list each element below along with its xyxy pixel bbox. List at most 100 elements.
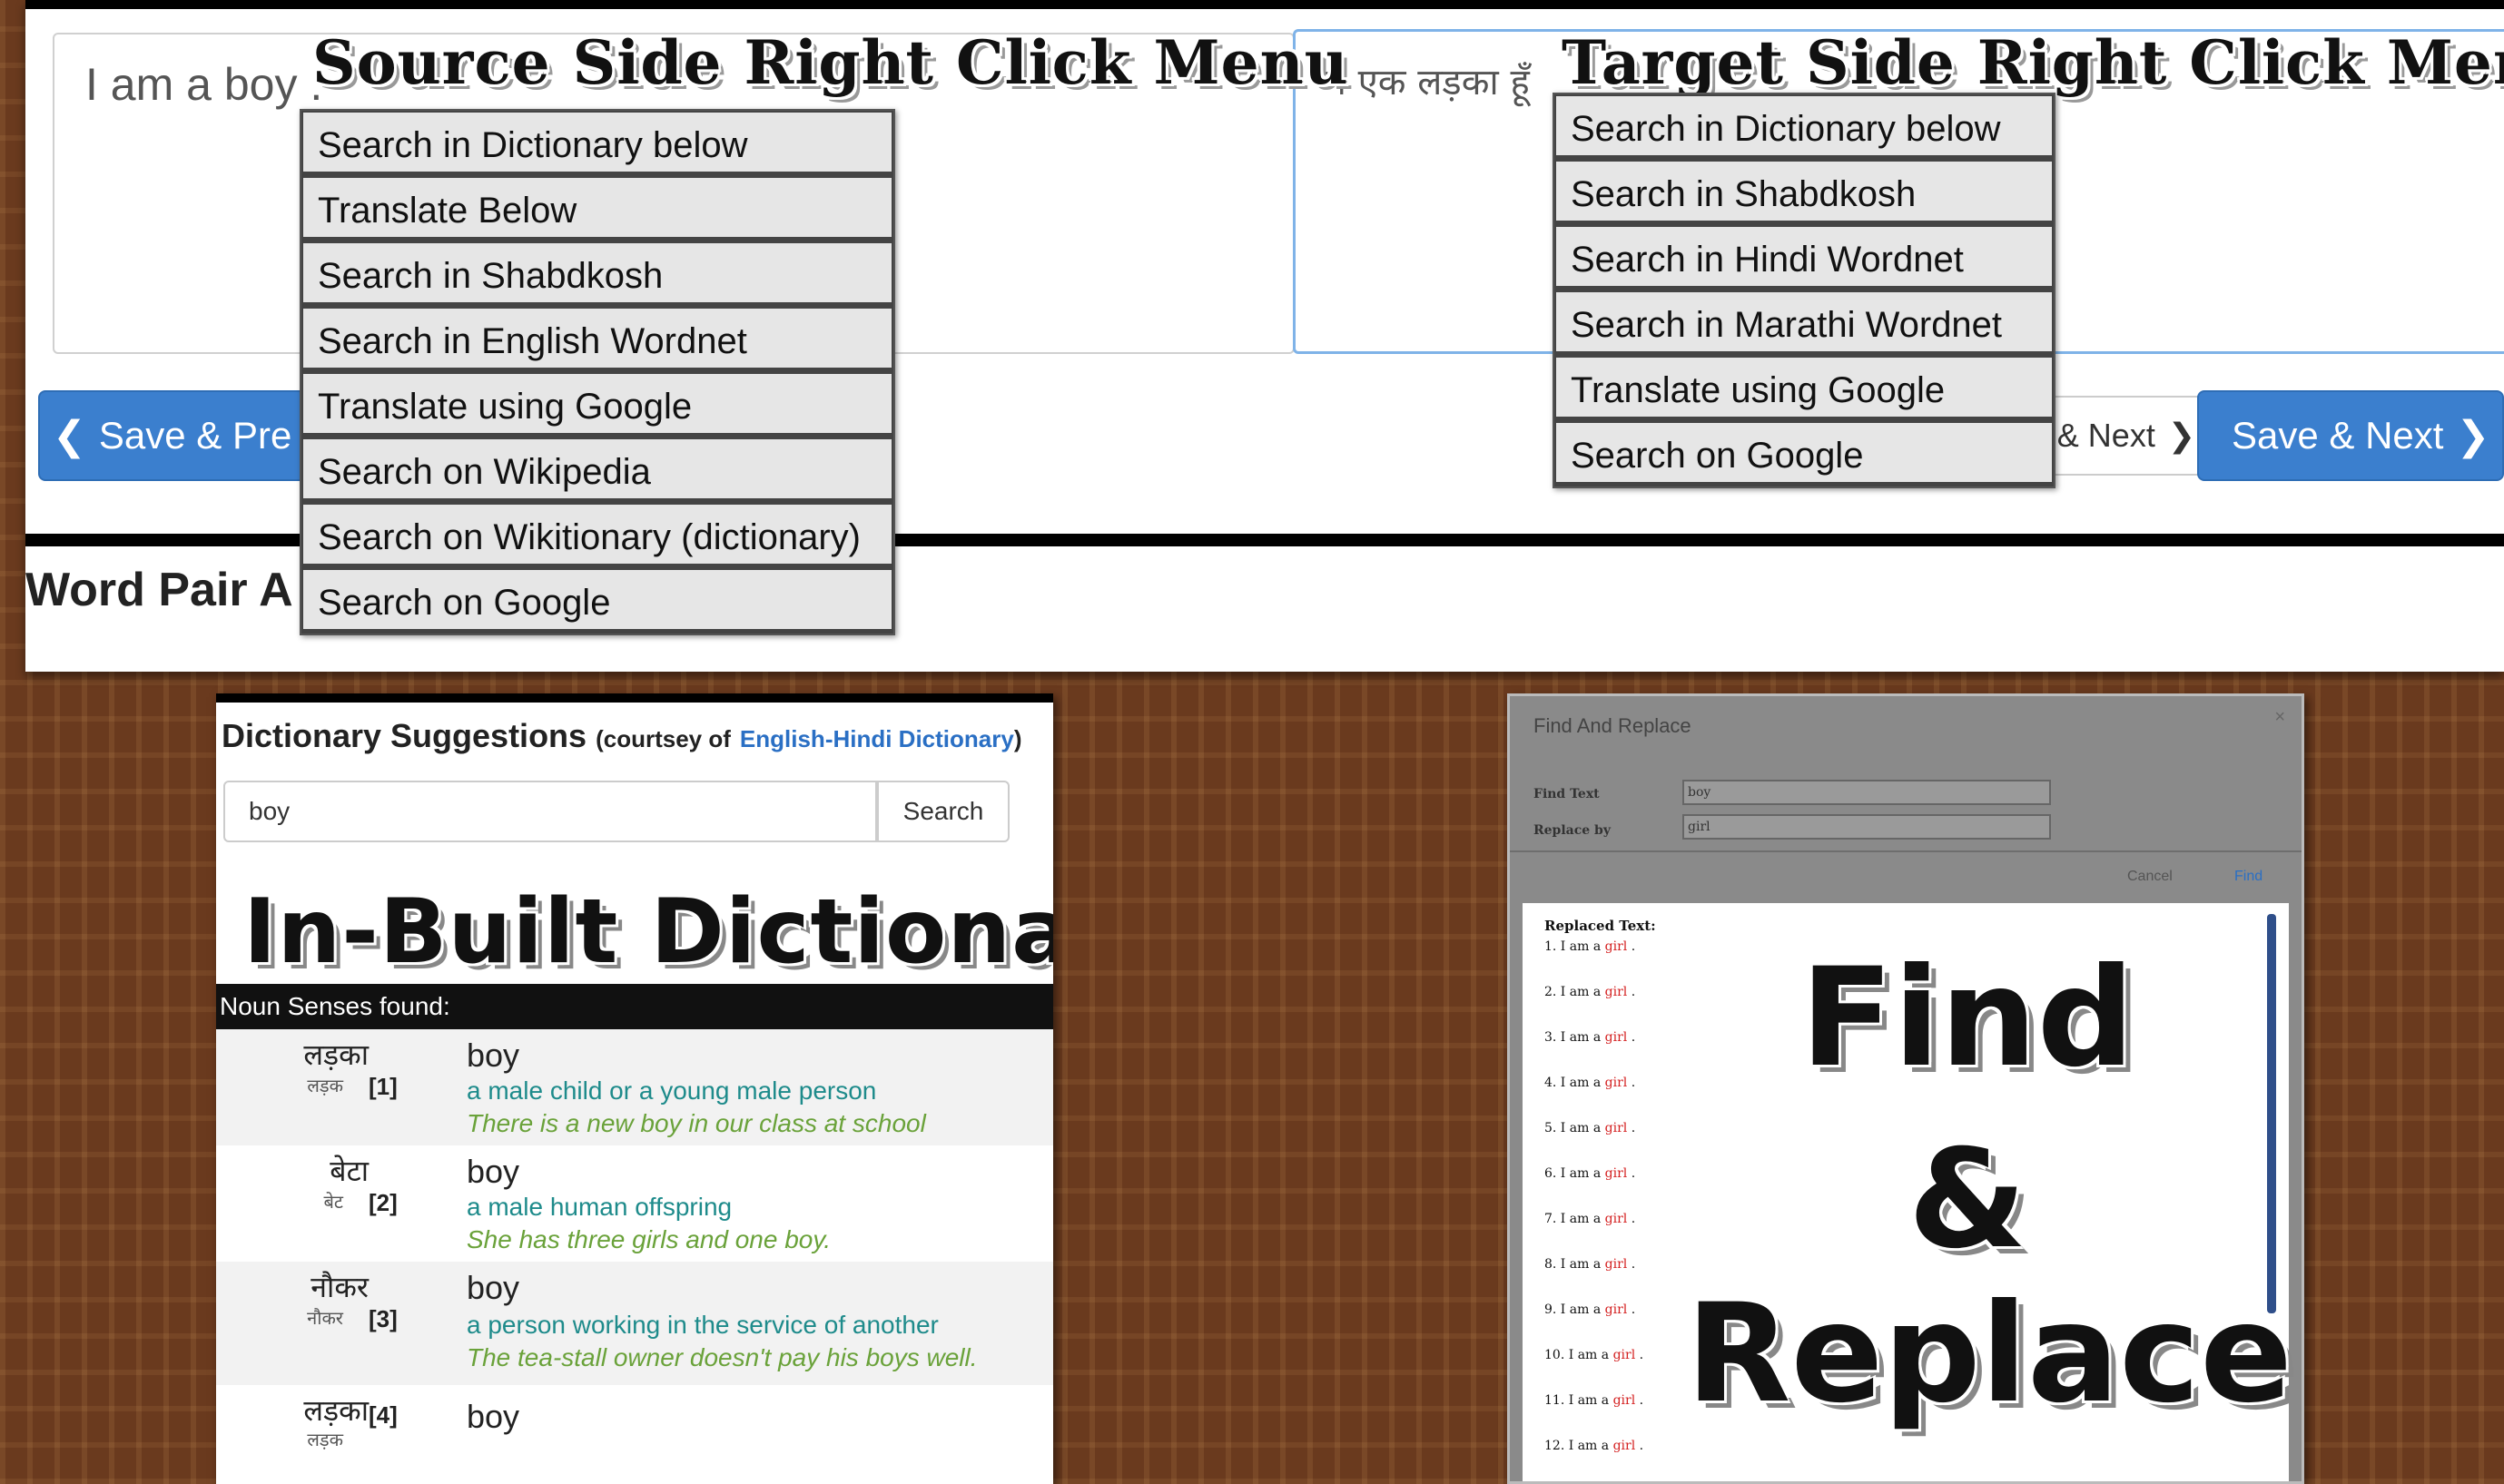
replaced-word: girl: [1604, 1302, 1628, 1317]
word-pair-heading: Word Pair A: [25, 564, 293, 616]
replaced-word: girl: [1604, 1166, 1628, 1181]
sense-hindi: बेटा: [330, 1154, 369, 1188]
line-number: 11. I am a: [1544, 1393, 1613, 1408]
replaced-word: girl: [1604, 1257, 1628, 1272]
courtesy-link[interactable]: English-Hindi Dictionary: [740, 725, 1014, 752]
replaced-line: 2. I am a girl .: [1544, 985, 1635, 999]
sense-hindi: लड़का: [303, 1037, 369, 1072]
replaced-line: 10. I am a girl .: [1544, 1348, 1643, 1362]
replaced-line: 6. I am a girl .: [1544, 1166, 1635, 1181]
replaced-word: girl: [1604, 1030, 1628, 1045]
close-icon[interactable]: ×: [2274, 707, 2285, 728]
dictionary-heading: Dictionary Suggestions (courtsey of Engl…: [222, 717, 1022, 755]
dictionary-panel: Dictionary Suggestions (courtsey of Engl…: [216, 693, 1053, 1484]
courtesy-prefix: (courtsey of: [596, 725, 731, 752]
dictionary-title: Dictionary Suggestions: [222, 717, 587, 754]
line-number: 2. I am a: [1544, 985, 1605, 999]
sense-example: The tea-stall owner doesn't pay his boys…: [467, 1343, 978, 1371]
menu-item-search-shabdkosh[interactable]: Search in Shabdkosh: [301, 241, 893, 307]
menu-item-marathi-wordnet[interactable]: Search in Marathi Wordnet: [1554, 290, 2054, 356]
menu-item-translate-google[interactable]: Translate using Google: [301, 372, 893, 437]
sense-definition: a person working in the service of anoth…: [467, 1311, 939, 1339]
menu-item-search-wikipedia[interactable]: Search on Wikipedia: [301, 437, 893, 503]
sense-hindi: लड़का: [303, 1393, 369, 1428]
replaced-line: 5. I am a girl .: [1544, 1121, 1635, 1135]
line-number: 9. I am a: [1544, 1302, 1605, 1317]
line-suffix: .: [1627, 1076, 1636, 1090]
replaced-word: girl: [1612, 1439, 1636, 1453]
sense-word: boy: [467, 1153, 520, 1190]
line-suffix: .: [1635, 1393, 1644, 1408]
line-suffix: .: [1627, 1030, 1636, 1045]
find-replace-dialog: Find And Replace × Find Text boy Replace…: [1507, 693, 2304, 1484]
save-previous-label: Save & Pre: [98, 414, 292, 457]
sense-root: बेट: [323, 1191, 344, 1213]
menu-item-search-dictionary[interactable]: Search in Dictionary below: [1554, 94, 2054, 160]
line-number: 5. I am a: [1544, 1121, 1605, 1135]
sense-number: [1]: [369, 1073, 398, 1100]
replaced-line: 9. I am a girl .: [1544, 1302, 1635, 1317]
find-overlay-title: Find: [1799, 939, 2135, 1097]
replaced-word: girl: [1604, 1076, 1628, 1090]
dictionary-search-button[interactable]: Search: [877, 781, 1010, 842]
sense-number: [2]: [369, 1189, 398, 1216]
line-suffix: .: [1635, 1348, 1644, 1362]
save-previous-button[interactable]: ❮ Save & Pre: [38, 390, 338, 481]
source-menu-title: Source Side Right Click Menu: [312, 27, 1349, 98]
sense-row: बेटा बेट [2] boy a male human offspring …: [216, 1145, 1053, 1262]
sense-example: There is a new boy in our class at schoo…: [467, 1109, 926, 1137]
dictionary-search-input[interactable]: [223, 781, 877, 842]
sense-definition: a male child or a young male person: [467, 1076, 877, 1105]
ampersand-overlay: &: [1908, 1121, 2027, 1279]
line-suffix: .: [1627, 985, 1636, 999]
replaced-line: 7. I am a girl .: [1544, 1212, 1635, 1226]
sense-root: लड़क: [307, 1075, 343, 1096]
noun-senses-bar: Noun Senses found:: [216, 984, 1053, 1029]
menu-item-translate-google[interactable]: Translate using Google: [1554, 356, 2054, 421]
menu-item-search-shabdkosh[interactable]: Search in Shabdkosh: [1554, 160, 2054, 225]
cancel-button[interactable]: Cancel: [2127, 869, 2173, 885]
find-replace-title: Find And Replace: [1533, 714, 1691, 737]
replaced-text-area: Replaced Text: 1. I am a girl . 2. I am a…: [1523, 903, 2292, 1481]
replaced-line: 1. I am a girl .: [1544, 939, 1635, 954]
sense-word: boy: [467, 1398, 520, 1435]
sense-root: लड़क: [307, 1429, 343, 1450]
chevron-left-icon: ❮: [53, 413, 86, 458]
replaced-word: girl: [1604, 985, 1628, 999]
menu-item-hindi-wordnet[interactable]: Search in Hindi Wordnet: [1554, 225, 2054, 290]
menu-item-english-wordnet[interactable]: Search in English Wordnet: [301, 307, 893, 372]
line-suffix: .: [1627, 1166, 1636, 1181]
line-number: 10. I am a: [1544, 1348, 1613, 1362]
dictionary-overlay-title: In-Built Dictionary: [243, 880, 1053, 984]
chevron-right-icon: ❯: [2167, 417, 2195, 454]
save-next-button[interactable]: Save & Next ❯: [2197, 390, 2504, 481]
sense-example: She has three girls and one boy.: [467, 1225, 832, 1253]
menu-item-search-wiktionary[interactable]: Search on Wikitionary (dictionary): [301, 503, 893, 568]
scrollbar[interactable]: [2267, 914, 2276, 1313]
replace-by-input[interactable]: girl: [1682, 814, 2051, 840]
menu-item-search-google[interactable]: Search on Google: [1554, 421, 2054, 486]
find-text-input[interactable]: boy: [1682, 780, 2051, 805]
sense-definition: a male human offspring: [467, 1193, 733, 1221]
line-number: 7. I am a: [1544, 1212, 1605, 1226]
sense-number: [4]: [369, 1401, 398, 1429]
sense-word: boy: [467, 1269, 520, 1306]
menu-item-search-dictionary[interactable]: Search in Dictionary below: [301, 111, 893, 176]
line-suffix: .: [1627, 1257, 1636, 1272]
line-suffix: .: [1627, 939, 1636, 954]
translation-editor-panel: I am a boy . मैं एक लड़का हूँ Source Sid…: [25, 0, 2504, 672]
line-suffix: .: [1627, 1302, 1636, 1317]
sense-row: लड़का लड़क [4] boy: [216, 1385, 1053, 1467]
replaced-text-title: Replaced Text:: [1544, 918, 1656, 934]
top-border: [25, 0, 2504, 9]
replaced-word: girl: [1612, 1348, 1636, 1362]
source-text: I am a boy .: [85, 59, 323, 110]
replaced-word: girl: [1612, 1393, 1636, 1408]
sense-root: नौकर: [307, 1307, 343, 1329]
menu-item-search-google[interactable]: Search on Google: [301, 568, 893, 634]
find-button[interactable]: Find: [2234, 869, 2262, 885]
menu-item-translate-below[interactable]: Translate Below: [301, 176, 893, 241]
line-number: 6. I am a: [1544, 1166, 1605, 1181]
replaced-line: 8. I am a girl .: [1544, 1257, 1635, 1272]
replace-by-label: Replace by: [1533, 823, 1611, 838]
